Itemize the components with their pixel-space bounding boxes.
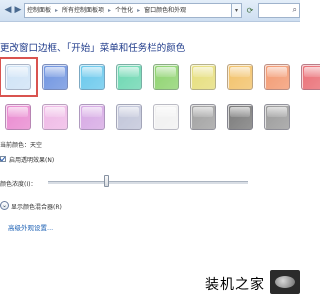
breadcrumb-window-color[interactable]: 窗口颜色和外观	[144, 7, 186, 14]
breadcrumb-separator: ▸	[55, 7, 59, 14]
mixer-toggle[interactable]: ⌄	[0, 201, 9, 210]
color-swatch[interactable]	[5, 64, 31, 90]
watermark-logo	[270, 270, 300, 294]
search-input[interactable]: ⌕	[258, 3, 300, 18]
forward-arrow-icon[interactable]: ▶	[13, 4, 23, 16]
color-swatch[interactable]	[79, 104, 105, 130]
breadcrumb-personalization[interactable]: 个性化	[115, 7, 133, 14]
intensity-slider-thumb[interactable]	[104, 175, 109, 187]
breadcrumb-separator: ▸	[108, 7, 112, 14]
breadcrumb-separator: ▸	[137, 7, 141, 14]
search-icon[interactable]: ⌕	[293, 5, 297, 15]
transparency-checkbox[interactable]	[0, 156, 6, 162]
refresh-icon[interactable]: ⟳	[244, 3, 256, 18]
back-arrow-icon[interactable]: ◀	[3, 4, 13, 16]
color-swatch[interactable]	[264, 64, 290, 90]
color-swatch[interactable]	[5, 104, 31, 130]
chevron-down-icon[interactable]: ▾	[232, 3, 242, 18]
mixer-label[interactable]: 显示颜色混合器(R)	[11, 202, 62, 211]
color-swatch[interactable]	[190, 104, 216, 130]
transparency-label: 启用透明效果(N)	[9, 157, 55, 164]
color-swatch[interactable]	[153, 104, 179, 130]
color-swatch[interactable]	[190, 64, 216, 90]
color-swatch[interactable]	[153, 64, 179, 90]
color-swatch[interactable]	[116, 104, 142, 130]
color-swatch[interactable]	[79, 64, 105, 90]
color-swatch[interactable]	[227, 104, 253, 130]
color-swatch[interactable]	[301, 64, 320, 90]
color-swatch[interactable]	[116, 64, 142, 90]
color-swatch[interactable]	[264, 104, 290, 130]
current-color-label: 当前颜色：天空	[0, 142, 43, 149]
address-bar[interactable]: 控制面板 ▸ 所有控制面板项 ▸ 个性化 ▸ 窗口颜色和外观	[24, 3, 232, 18]
color-swatch[interactable]	[42, 64, 68, 90]
intensity-label: 颜色浓度(I)：	[0, 181, 37, 188]
page-title: 更改窗口边框、「开始」菜单和任务栏的颜色	[0, 43, 186, 54]
advanced-appearance-link[interactable]: 高级外观设置...	[8, 222, 53, 232]
breadcrumb-all-items[interactable]: 所有控制面板项	[62, 7, 104, 14]
address-toolbar: ◀ ▶ 控制面板 ▸ 所有控制面板项 ▸ 个性化 ▸ 窗口颜色和外观 ▾ ⟳ ⌕	[0, 0, 300, 22]
color-swatch[interactable]	[42, 104, 68, 130]
breadcrumb-control-panel[interactable]: 控制面板	[27, 7, 51, 14]
intensity-slider-track[interactable]	[48, 181, 248, 184]
color-swatch[interactable]	[227, 64, 253, 90]
watermark-text: 装机之家	[205, 277, 265, 293]
